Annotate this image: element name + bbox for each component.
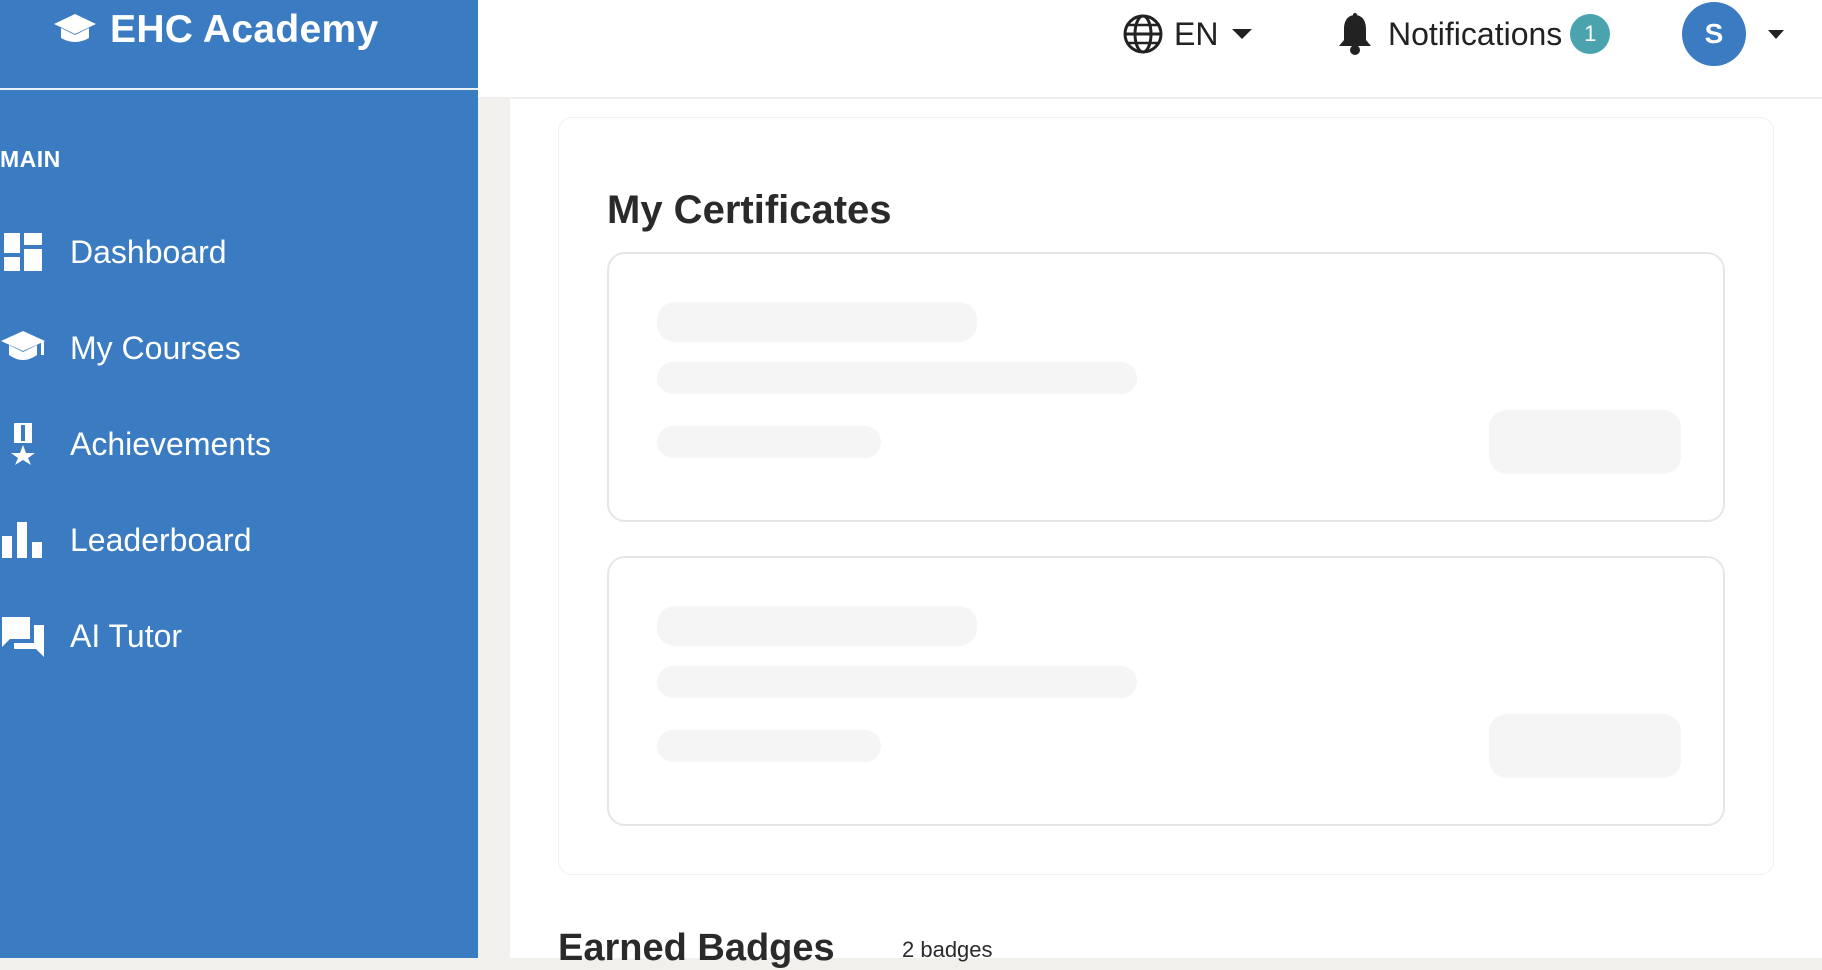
sidebar-item-label: Achievements: [70, 426, 271, 463]
sidebar-item-label: My Courses: [70, 330, 241, 367]
sidebar-item-label: Leaderboard: [70, 522, 251, 559]
notifications-label: Notifications: [1388, 16, 1562, 53]
skeleton-line: [657, 302, 977, 342]
certificate-card-skeleton: [607, 556, 1725, 826]
bell-icon: [1336, 13, 1374, 55]
skeleton-line: [657, 730, 881, 762]
sidebar-item-label: Dashboard: [70, 234, 227, 271]
sidebar-section-label: MAIN: [0, 146, 61, 173]
sidebar-item-ai-tutor[interactable]: AI Tutor: [0, 588, 478, 684]
chat-icon: [0, 613, 46, 659]
bar-chart-icon: [0, 517, 46, 563]
skeleton-line: [657, 666, 1137, 698]
skeleton-line: [657, 606, 977, 646]
language-selector[interactable]: EN: [1122, 12, 1252, 56]
language-label: EN: [1174, 16, 1218, 53]
sidebar-item-leaderboard[interactable]: Leaderboard: [0, 492, 478, 588]
top-bar: EN Notifications 1 S: [478, 0, 1822, 98]
certificates-title: My Certificates: [607, 188, 892, 233]
globe-icon: [1122, 13, 1164, 55]
graduation-cap-icon: [52, 10, 98, 50]
certificates-panel: My Certificates: [558, 117, 1774, 875]
sidebar-item-my-courses[interactable]: My Courses: [0, 300, 478, 396]
dashboard-icon: [0, 229, 46, 275]
medal-icon: [0, 421, 46, 467]
sidebar-item-dashboard[interactable]: Dashboard: [0, 204, 478, 300]
sidebar-item-label: AI Tutor: [70, 618, 182, 655]
sidebar: EHC Academy MAIN Dashboard: [0, 0, 478, 958]
chevron-down-icon: [1232, 29, 1252, 39]
sidebar-nav: Dashboard My Courses Achievements: [0, 204, 478, 684]
skeleton-button: [1489, 714, 1681, 778]
certificate-card-skeleton: [607, 252, 1725, 522]
brand[interactable]: EHC Academy: [0, 0, 478, 90]
main-content: My Certificates Earned Badges 2 badges: [510, 99, 1822, 958]
badges-title: Earned Badges: [558, 927, 835, 970]
skeleton-line: [657, 362, 1137, 394]
user-avatar[interactable]: S: [1682, 2, 1746, 66]
sidebar-item-achievements[interactable]: Achievements: [0, 396, 478, 492]
chevron-down-icon[interactable]: [1768, 30, 1784, 39]
skeleton-line: [657, 426, 881, 458]
notifications-button[interactable]: Notifications 1: [1336, 12, 1610, 56]
graduation-cap-icon: [0, 325, 46, 371]
brand-name: EHC Academy: [110, 8, 378, 52]
badges-count: 2 badges: [902, 937, 993, 963]
skeleton-button: [1489, 410, 1681, 474]
notifications-count-badge: 1: [1570, 14, 1610, 54]
